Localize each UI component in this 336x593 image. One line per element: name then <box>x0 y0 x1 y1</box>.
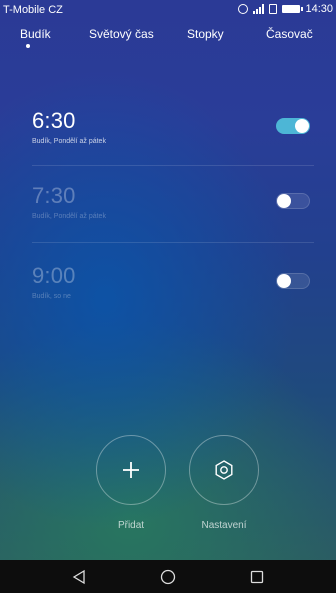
alarm-description: Budík, Pondělí až pátek <box>32 213 106 220</box>
alarm-toggle[interactable] <box>276 193 310 209</box>
tab-stopwatch[interactable]: Stopky <box>187 27 224 41</box>
back-button[interactable] <box>59 560 99 593</box>
alarm-item[interactable]: 7:30 Budík, Pondělí až pátek <box>32 183 314 220</box>
toggle-knob <box>277 274 291 288</box>
toggle-knob <box>277 194 291 208</box>
selected-tab-indicator <box>26 44 30 48</box>
carrier-name: T-Mobile CZ <box>3 4 63 16</box>
alarm-toggle[interactable] <box>276 118 310 134</box>
settings-button[interactable] <box>189 435 259 505</box>
alarm-toggle[interactable] <box>276 273 310 289</box>
alarm-time: 7:30 <box>32 183 76 208</box>
back-icon <box>72 569 85 584</box>
divider <box>32 165 314 166</box>
alarm-description: Budík, so ne <box>32 293 71 300</box>
sim-icon <box>269 4 278 14</box>
recents-icon <box>251 570 264 583</box>
tab-world-clock[interactable]: Světový čas <box>89 27 154 41</box>
tab-bar: Budík Světový čas Stopky Časovač <box>0 27 336 51</box>
signal-icon <box>253 4 265 14</box>
alarm-description: Budík, Pondělí až pátek <box>32 138 106 145</box>
add-alarm-button[interactable] <box>96 435 166 505</box>
alarm-time: 6:30 <box>32 108 76 133</box>
home-button[interactable] <box>148 560 188 593</box>
gear-icon <box>215 460 233 480</box>
navigation-bar <box>0 560 336 593</box>
settings-label: Nastavení <box>201 520 247 531</box>
add-alarm-label: Přidat <box>117 520 145 531</box>
clock-app-screen: T-Mobile CZ 14:30 Budík Světový čas Stop… <box>0 0 336 560</box>
recents-button[interactable] <box>237 560 277 593</box>
alarm-item[interactable]: 9:00 Budík, so ne <box>32 263 314 300</box>
status-time: 14:30 <box>305 3 333 15</box>
alarm-time: 9:00 <box>32 263 76 288</box>
divider <box>32 242 314 243</box>
tab-timer[interactable]: Časovač <box>266 27 313 41</box>
status-icons: 14:30 <box>238 3 333 15</box>
home-icon <box>160 569 176 584</box>
alarm-item[interactable]: 6:30 Budík, Pondělí až pátek <box>32 108 314 145</box>
status-bar: T-Mobile CZ 14:30 <box>0 0 336 20</box>
alarm-icon <box>238 4 249 14</box>
battery-icon <box>282 5 304 13</box>
toggle-knob <box>295 119 309 133</box>
tab-alarm[interactable]: Budík <box>20 27 51 41</box>
plus-icon <box>123 462 139 478</box>
